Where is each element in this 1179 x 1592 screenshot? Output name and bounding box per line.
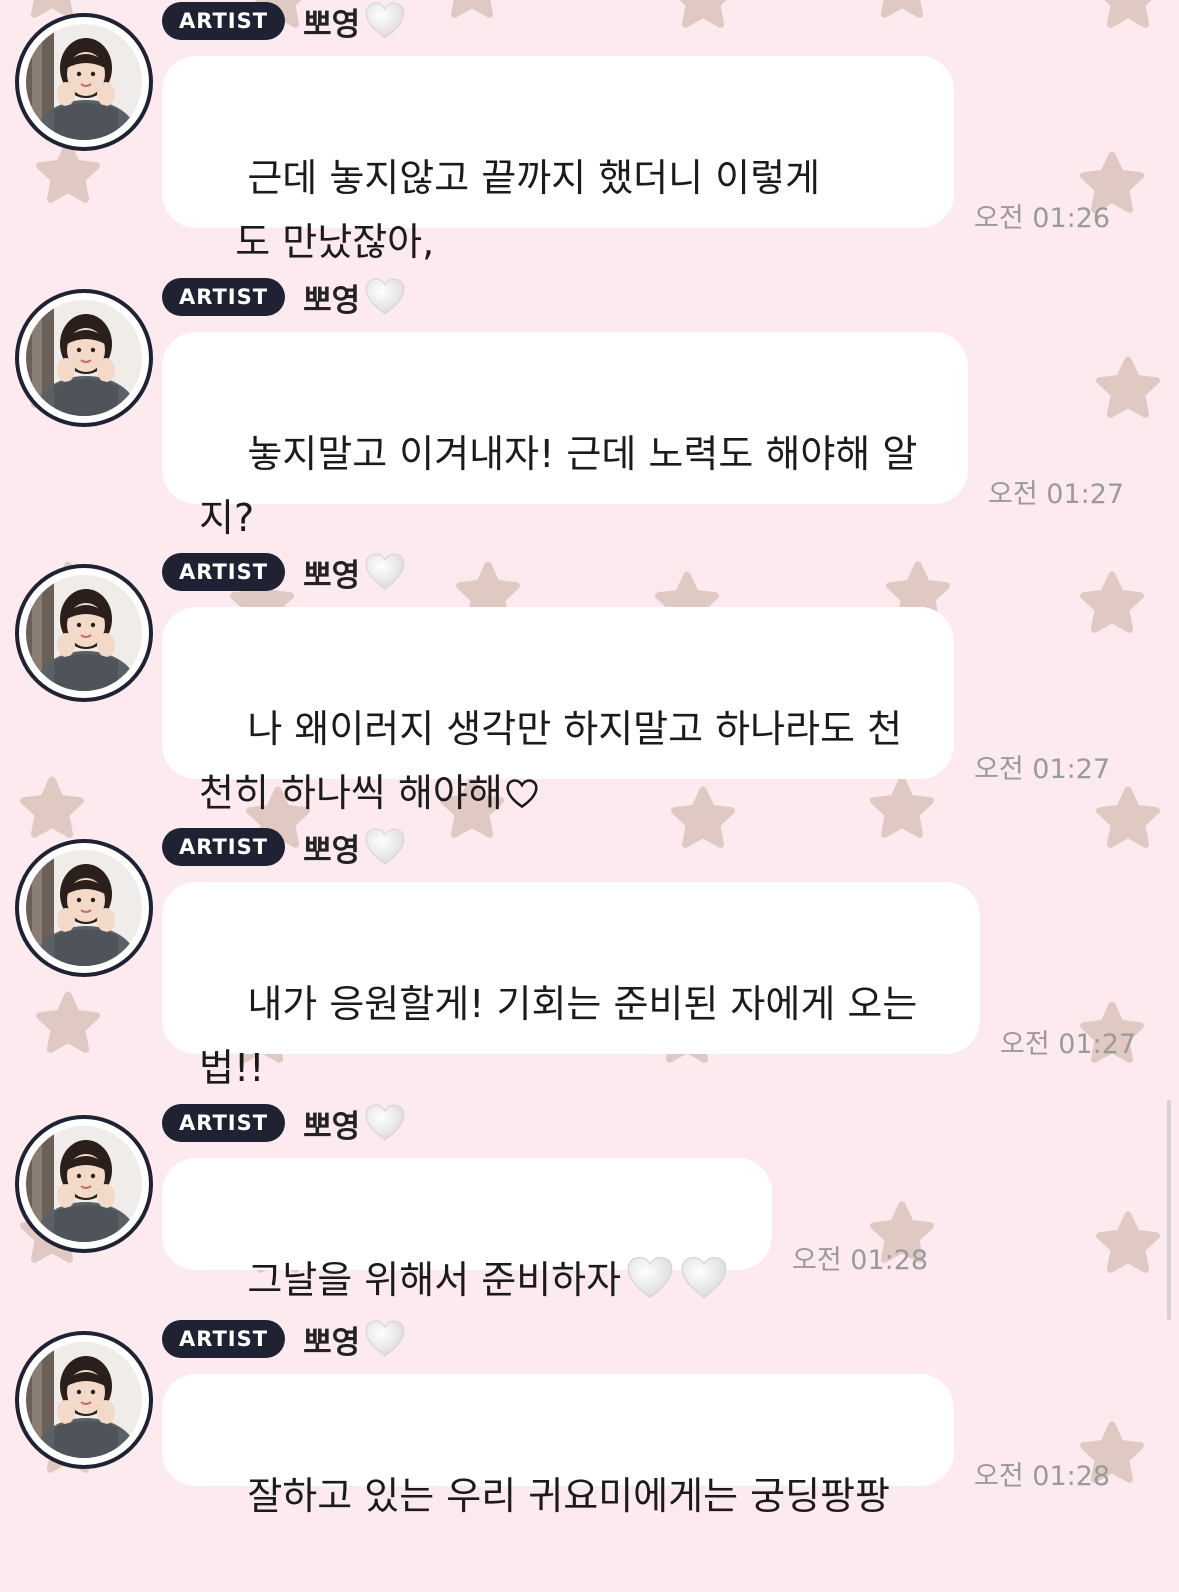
sender-name: 뽀영 (303, 1108, 361, 1145)
message-header: ARTIST 뽀영 (162, 826, 406, 869)
message-header: ARTIST 뽀영 (162, 1318, 406, 1361)
message-bubble[interactable]: 근데 놓지않고 끝까지 했더니 이렇게 도 만났잖아, (162, 56, 954, 264)
artist-badge: ARTIST (162, 2, 286, 40)
artist-avatar[interactable] (15, 839, 153, 977)
message-timestamp: 오전 01:28 (974, 1461, 1111, 1492)
message-bubble[interactable]: 나 왜이러지 생각만 하지말고 하나라도 천천히 하나씩 해야해 (162, 607, 954, 815)
chat-message: ARTIST 뽀영 나 왜이러지 생각만 하지말고 하나라도 천천히 하나씩 해… (0, 551, 1179, 815)
chat-message: ARTIST 뽀영 근데 놓지않고 끝까지 했더니 이렇게 도 만났잖아, 오전… (0, 0, 1179, 264)
white-heart-icon (364, 1319, 406, 1359)
avatar-photo (26, 850, 142, 966)
message-text-line: 법!! (199, 1046, 265, 1090)
message-header: ARTIST 뽀영 (162, 551, 406, 594)
message-timestamp: 오전 01:27 (974, 754, 1111, 785)
outline-heart-icon (505, 765, 539, 809)
message-bubble[interactable]: 내가 응원할게! 기회는 준비된 자에게 오는법!! (162, 882, 980, 1090)
message-timestamp: 오전 01:28 (792, 1245, 929, 1276)
message-text-line: 놓지말고 이겨내자! 근데 노력도 해야해 알 (247, 432, 918, 476)
chat-message: ARTIST 뽀영 놓지말고 이겨내자! 근데 노력도 해야해 알지? 오전 0… (0, 276, 1179, 540)
artist-badge: ARTIST (162, 278, 286, 316)
avatar-photo (26, 300, 142, 416)
white-heart-icon (364, 1103, 406, 1143)
chat-message: ARTIST 뽀영 그날을 위해서 준비하자 오전 01:28 (0, 1102, 1179, 1352)
sender-name: 뽀영 (303, 1324, 361, 1361)
avatar-photo (26, 1342, 142, 1458)
message-text-line: 지? (199, 496, 255, 540)
message-bubble[interactable]: 놓지말고 이겨내자! 근데 노력도 해야해 알지? (162, 332, 968, 540)
message-header: ARTIST 뽀영 (162, 1102, 406, 1145)
message-text-line: 도 만났잖아, (199, 220, 435, 264)
artist-avatar[interactable] (15, 13, 153, 151)
sender-name: 뽀영 (303, 832, 361, 869)
scrollbar[interactable] (1167, 1100, 1171, 1320)
sender-name: 뽀영 (303, 557, 361, 594)
avatar-photo (26, 24, 142, 140)
message-text-line: 내가 응원할게! 기회는 준비된 자에게 오는 (247, 982, 918, 1026)
chat-message: ARTIST 뽀영 내가 응원할게! 기회는 준비된 자에게 오는법!! 오전 … (0, 826, 1179, 1090)
message-text-line: 나 왜이러지 생각만 하지말고 하나라도 천 (247, 707, 903, 751)
message-bubble[interactable]: 그날을 위해서 준비하자 (162, 1158, 772, 1302)
artist-avatar[interactable] (15, 1115, 153, 1253)
message-bubble[interactable]: 잘하고 있는 우리 귀요미에게는 궁딩팡팡 (162, 1374, 954, 1518)
chat-message: ARTIST 뽀영 잘하고 있는 우리 귀요미에게는 궁딩팡팡 오전 01:28 (0, 1318, 1179, 1568)
message-text-line: 천히 하나씩 해야해 (199, 771, 503, 815)
message-timestamp: 오전 01:27 (1000, 1029, 1137, 1060)
message-timestamp: 오전 01:27 (988, 479, 1125, 510)
white-heart-icon (679, 1255, 729, 1301)
artist-avatar[interactable] (15, 289, 153, 427)
white-heart-icon (364, 827, 406, 867)
white-heart-icon (625, 1255, 675, 1301)
message-timestamp: 오전 01:26 (974, 203, 1111, 234)
artist-badge: ARTIST (162, 553, 286, 591)
message-text-line: 근데 놓지않고 끝까지 했더니 이렇게 (247, 156, 821, 200)
white-heart-icon (364, 277, 406, 317)
white-heart-icon (364, 1, 406, 41)
artist-avatar[interactable] (15, 564, 153, 702)
sender-name: 뽀영 (303, 282, 361, 319)
artist-badge: ARTIST (162, 1104, 286, 1142)
avatar-photo (26, 575, 142, 691)
message-text-line: 잘하고 있는 우리 귀요미에게는 궁딩팡팡 (247, 1474, 890, 1518)
artist-badge: ARTIST (162, 1320, 286, 1358)
message-text-line: 그날을 위해서 준비하자 (247, 1258, 622, 1302)
message-header: ARTIST 뽀영 (162, 0, 406, 43)
sender-name: 뽀영 (303, 6, 361, 43)
artist-badge: ARTIST (162, 828, 286, 866)
artist-avatar[interactable] (15, 1331, 153, 1469)
white-heart-icon (364, 552, 406, 592)
message-header: ARTIST 뽀영 (162, 276, 406, 319)
avatar-photo (26, 1126, 142, 1242)
